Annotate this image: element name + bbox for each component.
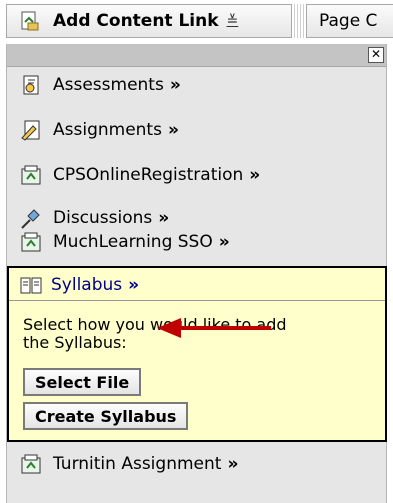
menu-item-label: Assignments xyxy=(53,120,162,140)
menu-item-assignments[interactable]: Assignments » xyxy=(19,115,179,145)
more-marker: » xyxy=(128,275,140,295)
toolbar-grip xyxy=(294,4,304,38)
more-marker: » xyxy=(227,454,239,474)
menu-item-label: Assessments xyxy=(53,75,164,95)
menu-item-label: Turnitin Assignment xyxy=(53,454,222,474)
page-button-label: Page C xyxy=(319,11,378,31)
menu-item-label: MuchLearning SSO xyxy=(53,232,213,252)
menu-item-label: CPSOnlineRegistration xyxy=(53,165,244,185)
add-content-link-button[interactable]: Add Content Link ≚ xyxy=(6,4,292,38)
more-marker: » xyxy=(158,208,170,228)
menu-item-syllabus[interactable]: Syllabus » xyxy=(19,272,139,298)
assignment-icon xyxy=(21,120,40,141)
select-file-button[interactable]: Select File xyxy=(23,368,142,396)
lti-tool-icon xyxy=(21,454,41,474)
add-content-dropdown-panel: ✕ Assessments » Assignments » CPSOnlineR… xyxy=(6,44,387,503)
toolbar: Add Content Link ≚ Page C xyxy=(0,0,393,44)
syllabus-label: Syllabus xyxy=(51,275,123,295)
menu-item-turnitin-assignment[interactable]: Turnitin Assignment » xyxy=(19,449,238,479)
content-link-icon xyxy=(21,11,39,31)
syllabus-expanded-item: Syllabus » Select how you would like to … xyxy=(7,266,387,442)
lti-tool-icon xyxy=(21,232,41,252)
assessment-icon xyxy=(23,75,39,95)
more-marker: » xyxy=(169,75,181,95)
more-marker: » xyxy=(249,165,261,185)
add-content-link-label: Add Content Link xyxy=(53,11,219,31)
lti-tool-icon xyxy=(21,165,41,185)
panel-header: ✕ xyxy=(7,44,386,67)
menu-item-cpsonlineregistration[interactable]: CPSOnlineRegistration » xyxy=(19,160,260,190)
menu-item-assessments[interactable]: Assessments » xyxy=(19,70,181,100)
more-marker: » xyxy=(167,120,179,140)
divider xyxy=(9,300,385,301)
page-button[interactable]: Page C xyxy=(306,4,393,38)
annotation-arrow-icon xyxy=(157,318,271,338)
menu-item-label: Discussions xyxy=(53,208,153,228)
menu-item-muchlearning-sso[interactable]: MuchLearning SSO » xyxy=(19,227,230,257)
syllabus-book-icon xyxy=(20,277,42,294)
close-button[interactable]: ✕ xyxy=(368,47,384,63)
more-marker: » xyxy=(218,232,230,252)
create-syllabus-button[interactable]: Create Syllabus xyxy=(23,402,189,430)
chevron-down-icon: ≚ xyxy=(226,13,239,29)
